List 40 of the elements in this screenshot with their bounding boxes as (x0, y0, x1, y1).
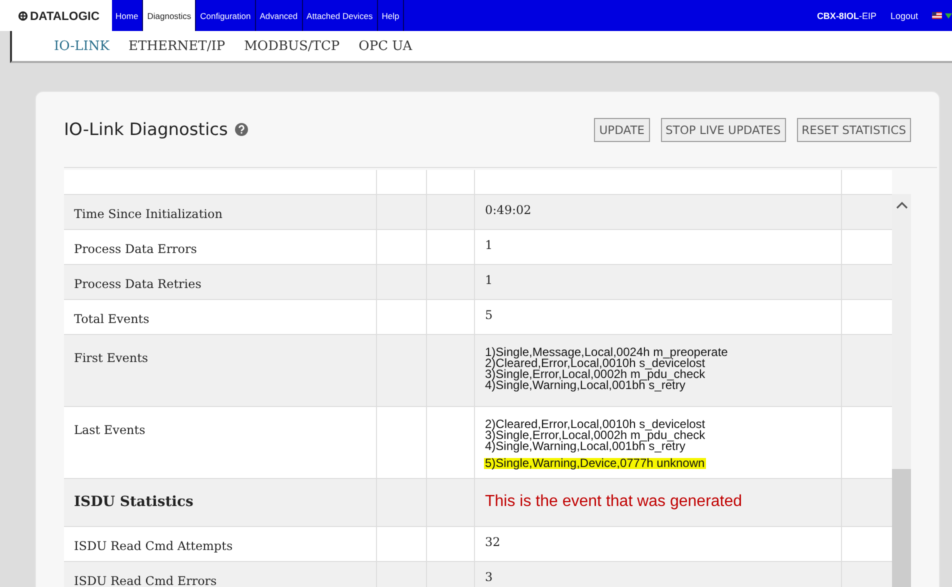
row-label: Total Events (74, 312, 150, 326)
sub-tab[interactable]: IO-LINK (54, 38, 110, 54)
event-line: 2)Cleared,Error,Local,0010h s_devicelost (485, 358, 706, 369)
sub-tab[interactable]: ETHERNET/IP (128, 38, 226, 54)
event-line: 4)Single,Warning,Local,001bh s_retry (485, 441, 686, 452)
event-line: 2)Cleared,Error,Local,0010h s_devicelost (485, 419, 706, 430)
panel-title: IO-Link Diagnostics (64, 120, 228, 140)
sub-tab[interactable]: MODBUS/TCP (244, 38, 340, 54)
scrollbar-thumb[interactable] (892, 469, 911, 587)
value-text: 32 (485, 535, 502, 549)
nav-tab[interactable]: Diagnostics (143, 0, 196, 31)
event-line: 3)Single,Error,Local,0002h m_pdu_check (485, 369, 706, 380)
row-label: Process Data Errors (74, 242, 197, 256)
value-text: 0:49:02 (485, 203, 532, 217)
row-label: Process Data Retries (74, 277, 202, 291)
logo-icon (18, 10, 28, 20)
flag-icon[interactable] (932, 12, 942, 19)
row-label: First Events (74, 351, 148, 365)
event-line: 1)Single,Message,Local,0024h m_preoperate (485, 347, 729, 358)
action-button[interactable]: STOP LIVE UPDATES (660, 118, 786, 142)
event-line: 4)Single,Warning,Local,001bh s_retry (485, 380, 686, 391)
scrollbar[interactable] (892, 194, 911, 587)
event-line: 3)Single,Error,Local,0002h m_pdu_check (485, 430, 706, 441)
action-button[interactable]: UPDATE (594, 118, 650, 142)
value-text: 1 (485, 238, 494, 252)
value-text: 1 (485, 273, 494, 287)
row-label: ISDU Read Cmd Errors (74, 574, 217, 587)
value-text: 3 (485, 570, 494, 584)
action-button[interactable]: RESET STATISTICS (796, 118, 911, 142)
section-heading: ISDU Statistics (74, 494, 194, 510)
caret-icon[interactable] (945, 12, 952, 18)
value-text: 5 (485, 308, 494, 322)
help-icon[interactable] (234, 123, 248, 136)
row-label: ISDU Read Cmd Attempts (74, 539, 233, 553)
annotation-text: This is the event that was generated (485, 493, 742, 510)
scroll-up-icon[interactable] (896, 201, 908, 209)
logo-text: DATALOGIC (30, 8, 100, 22)
row-label: Time Since Initialization (74, 207, 222, 221)
row-label: Last Events (74, 423, 146, 437)
sub-tab[interactable]: OPC UA (358, 38, 412, 54)
